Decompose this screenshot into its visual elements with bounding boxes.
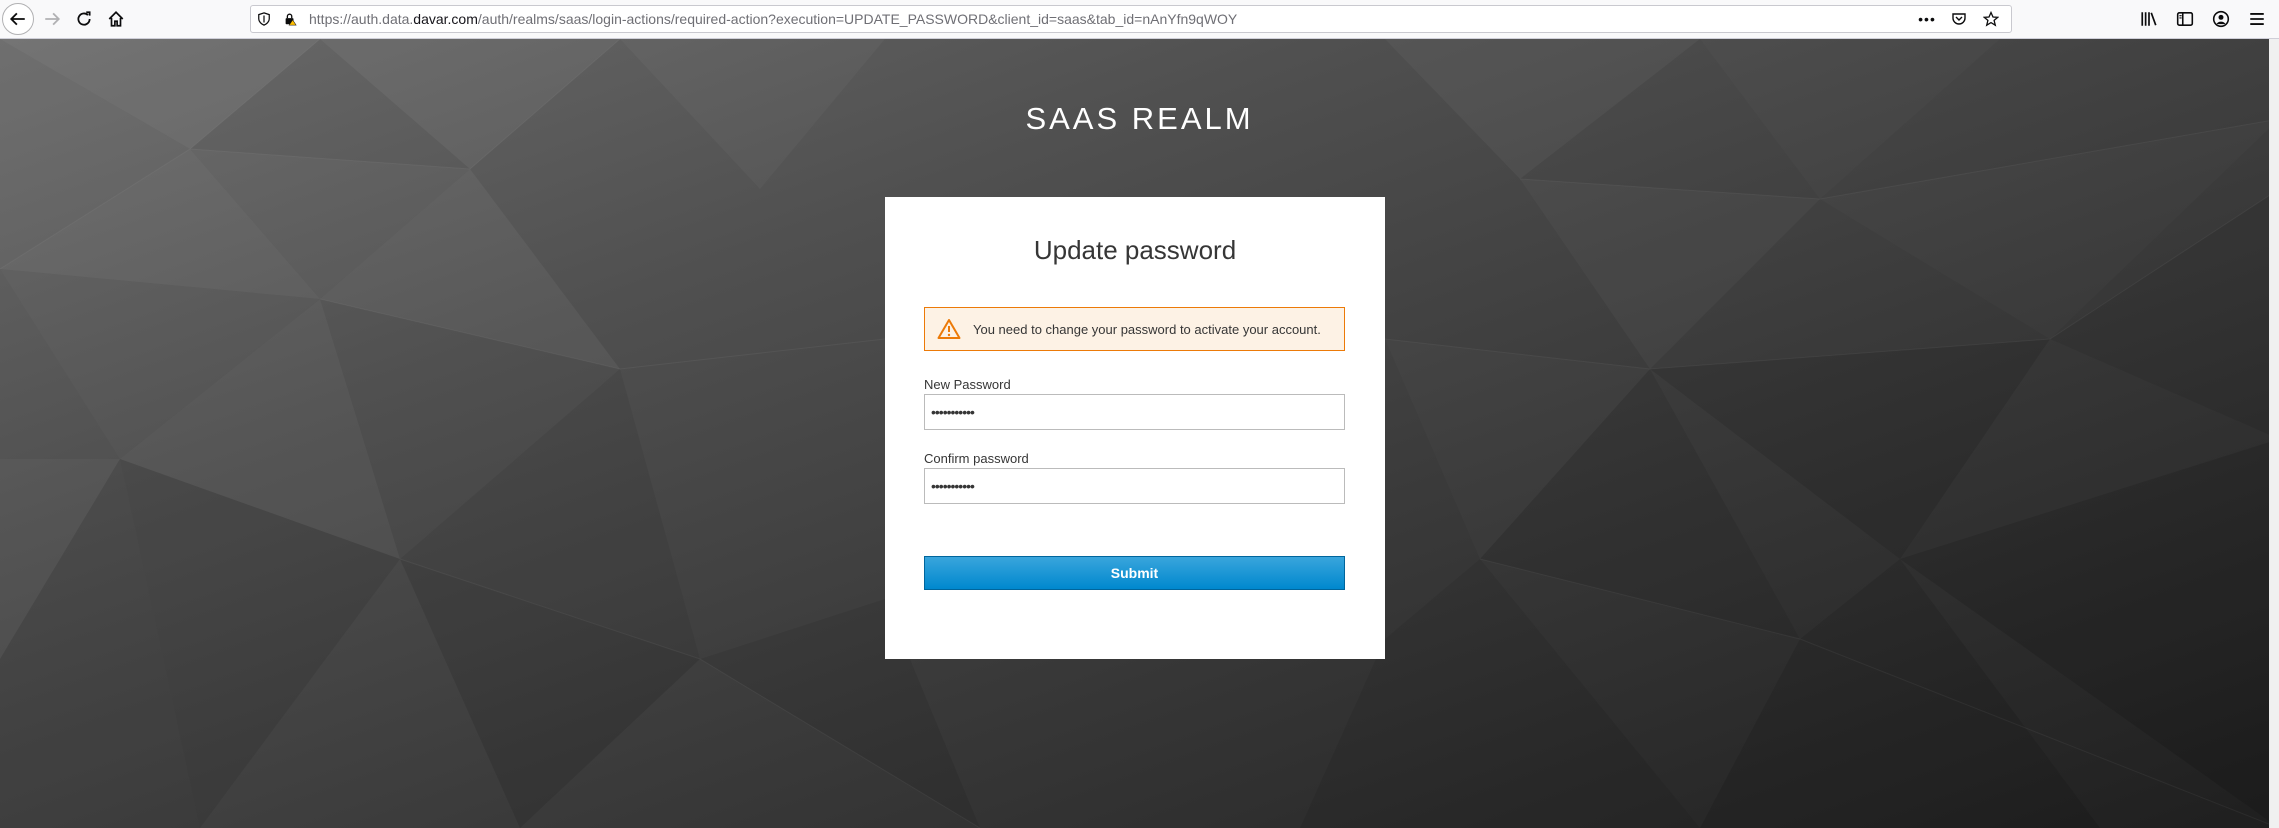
alert-message: You need to change your password to acti…	[973, 321, 1321, 337]
submit-button[interactable]: Submit	[924, 556, 1345, 590]
warning-triangle-icon	[937, 317, 961, 341]
page-actions-menu-icon[interactable]: •••	[1915, 7, 1939, 31]
confirm-password-input[interactable]: •••••••••••	[924, 468, 1345, 504]
tracking-shield-icon[interactable]	[251, 6, 277, 32]
realm-title: SAAS REALM	[1025, 101, 1254, 136]
browser-toolbar: https://auth.data.davar.com/auth/realms/…	[0, 0, 2279, 39]
confirm-password-label: Confirm password	[924, 451, 1029, 466]
toolbar-right-icons	[2133, 3, 2273, 35]
url-domain: davar.com	[413, 11, 478, 27]
login-page-background: SAAS REALM Update password You need to c…	[0, 39, 2279, 828]
back-arrow-icon[interactable]	[2, 3, 34, 35]
url-path: /auth/realms/saas/login-actions/required…	[477, 11, 1238, 27]
pocket-icon[interactable]	[1947, 7, 1971, 31]
hamburger-menu-icon[interactable]	[2241, 3, 2273, 35]
sidebar-icon[interactable]	[2169, 3, 2201, 35]
new-password-label: New Password	[924, 377, 1011, 392]
new-password-input[interactable]: •••••••••••	[924, 394, 1345, 430]
url-actions: •••	[1915, 7, 2003, 31]
home-icon[interactable]	[100, 3, 132, 35]
warning-alert: You need to change your password to acti…	[924, 307, 1345, 351]
account-icon[interactable]	[2205, 3, 2237, 35]
forward-arrow-icon[interactable]	[36, 3, 68, 35]
url-bar[interactable]: https://auth.data.davar.com/auth/realms/…	[250, 5, 2012, 33]
card-title: Update password	[1033, 235, 1237, 265]
bookmark-star-icon[interactable]	[1979, 7, 2003, 31]
library-icon[interactable]	[2133, 3, 2165, 35]
reload-icon[interactable]	[68, 3, 100, 35]
url-prefix: https://auth.data.	[309, 11, 414, 27]
update-password-card: Update password You need to change your …	[885, 197, 1385, 659]
url-text[interactable]: https://auth.data.davar.com/auth/realms/…	[309, 11, 1915, 27]
page-scrollbar[interactable]	[2269, 39, 2279, 828]
lock-warning-icon[interactable]	[277, 6, 303, 32]
